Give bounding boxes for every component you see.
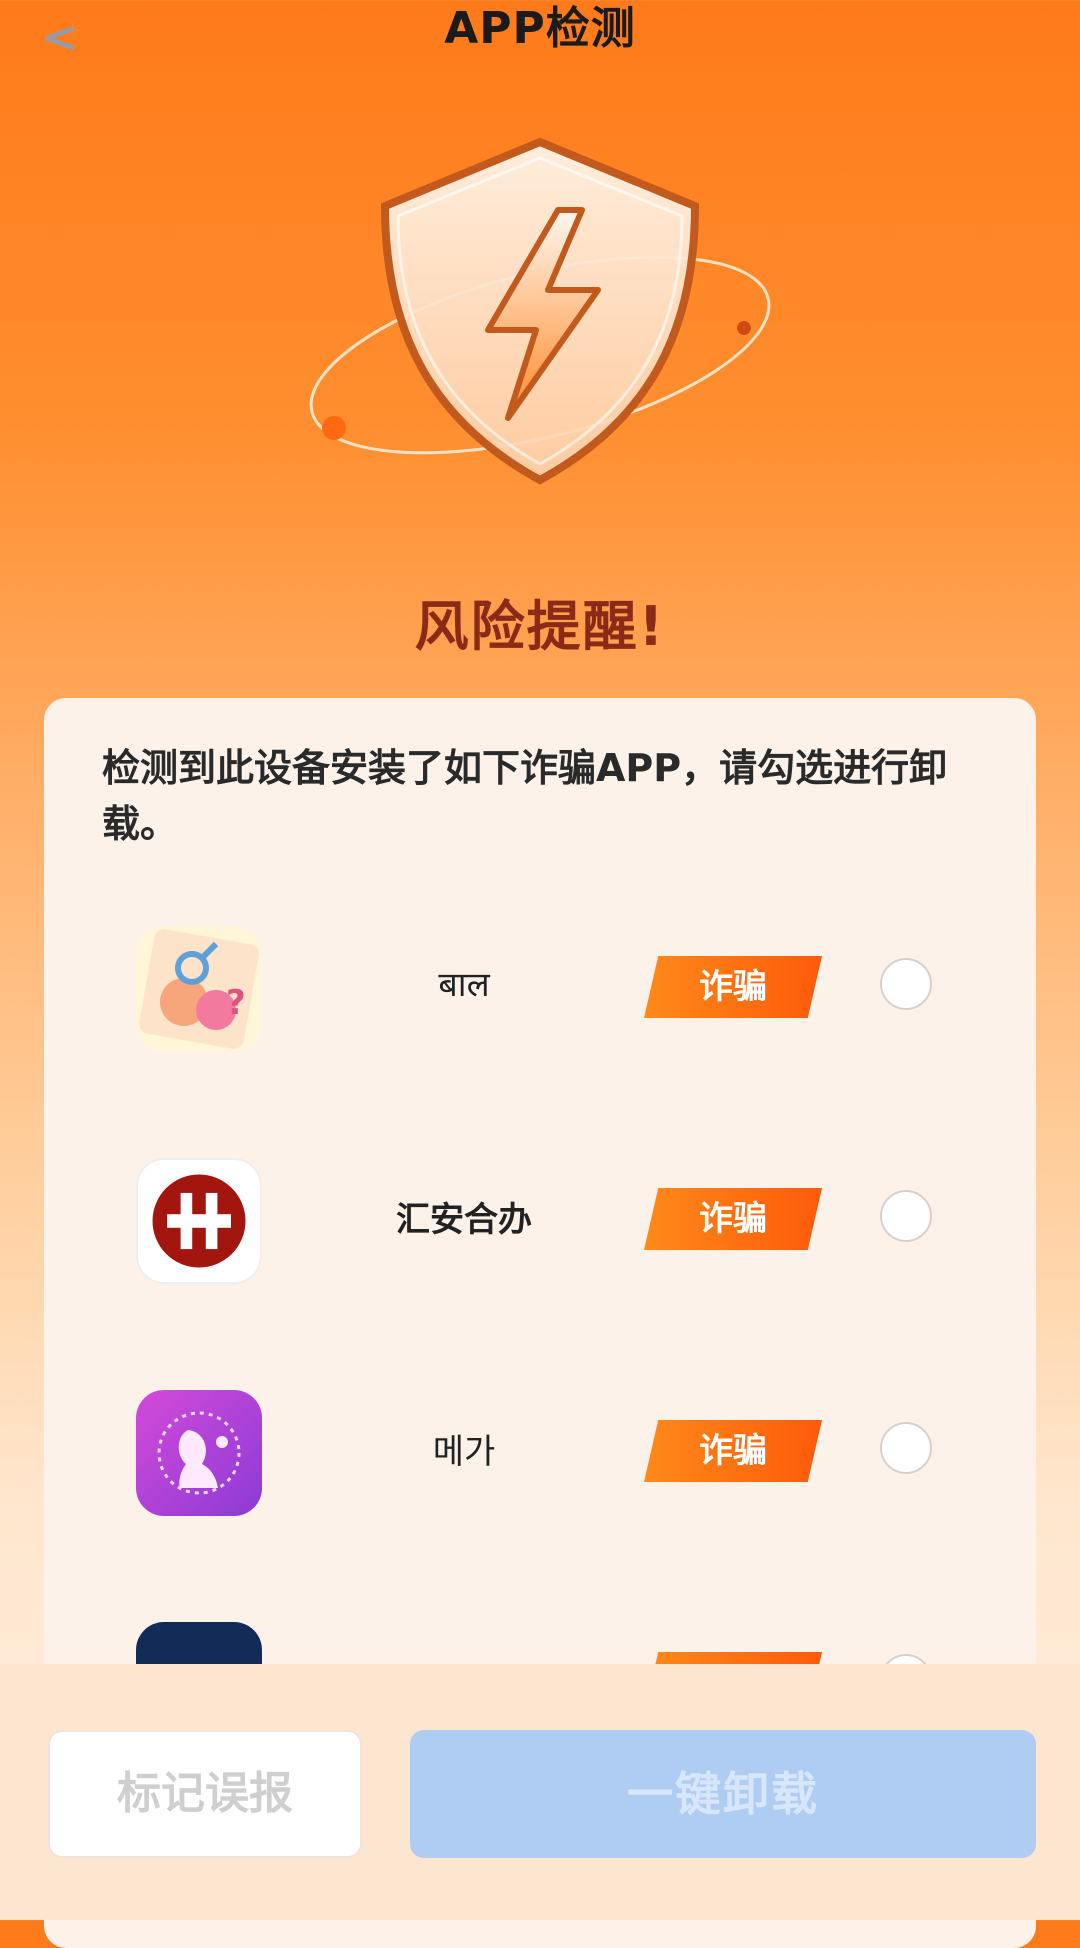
select-radio[interactable]: [880, 1422, 932, 1474]
fraud-tag: 诈骗: [644, 1420, 822, 1482]
app-name: बाल: [438, 965, 490, 1005]
select-radio[interactable]: [880, 958, 932, 1010]
bottom-action-bar: 标记误报 一键卸载: [0, 1664, 1080, 1920]
app-name: 메가: [432, 1432, 496, 1472]
purple-silhouette-woman-icon: [136, 1390, 262, 1516]
select-radio[interactable]: [880, 1190, 932, 1242]
top-bar: < APP检测: [0, 0, 1080, 70]
mark-false-report-button[interactable]: 标记误报: [48, 1730, 362, 1858]
risk-warning-title: 风险提醒!: [414, 595, 666, 658]
shield-lightning-icon: [309, 137, 771, 485]
app-row[interactable]: 메가 诈骗: [44, 1382, 1036, 1522]
app-row[interactable]: 汇安合办 诈骗: [44, 1150, 1036, 1290]
detection-description: 检测到此设备安装了如下诈骗APP，请勾选进行卸载。: [102, 746, 948, 846]
app-row[interactable]: ? बाल 诈骗: [44, 918, 1036, 1058]
red-circle-h-logo-icon: [136, 1158, 262, 1284]
app-name: 汇安合办: [396, 1200, 532, 1240]
svg-text:?: ?: [226, 983, 246, 1023]
fraud-tag: 诈骗: [644, 1188, 822, 1250]
page-title: APP检测: [444, 3, 636, 54]
one-click-uninstall-button[interactable]: 一键卸载: [410, 1730, 1036, 1858]
gender-symbols-cartoon-icon: ?: [136, 926, 262, 1052]
fraud-tag: 诈骗: [644, 956, 822, 1018]
